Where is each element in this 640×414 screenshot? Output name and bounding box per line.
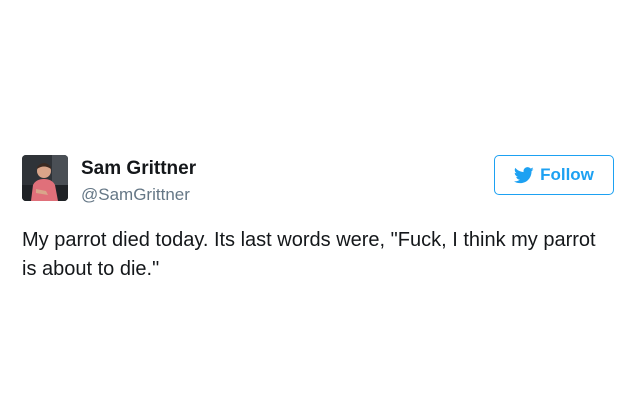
tweet-text: My parrot died today. Its last words wer…	[22, 229, 596, 280]
avatar-image	[22, 155, 68, 201]
avatar[interactable]	[22, 155, 68, 201]
author-name[interactable]: Sam Grittner	[81, 158, 196, 180]
author-handle[interactable]: @SamGrittner	[81, 185, 190, 205]
tweet-card: Sam Grittner @SamGrittner Follow My parr…	[0, 0, 640, 414]
follow-button[interactable]: Follow	[494, 155, 614, 195]
follow-label: Follow	[540, 165, 594, 184]
twitter-bird-icon	[514, 166, 534, 184]
